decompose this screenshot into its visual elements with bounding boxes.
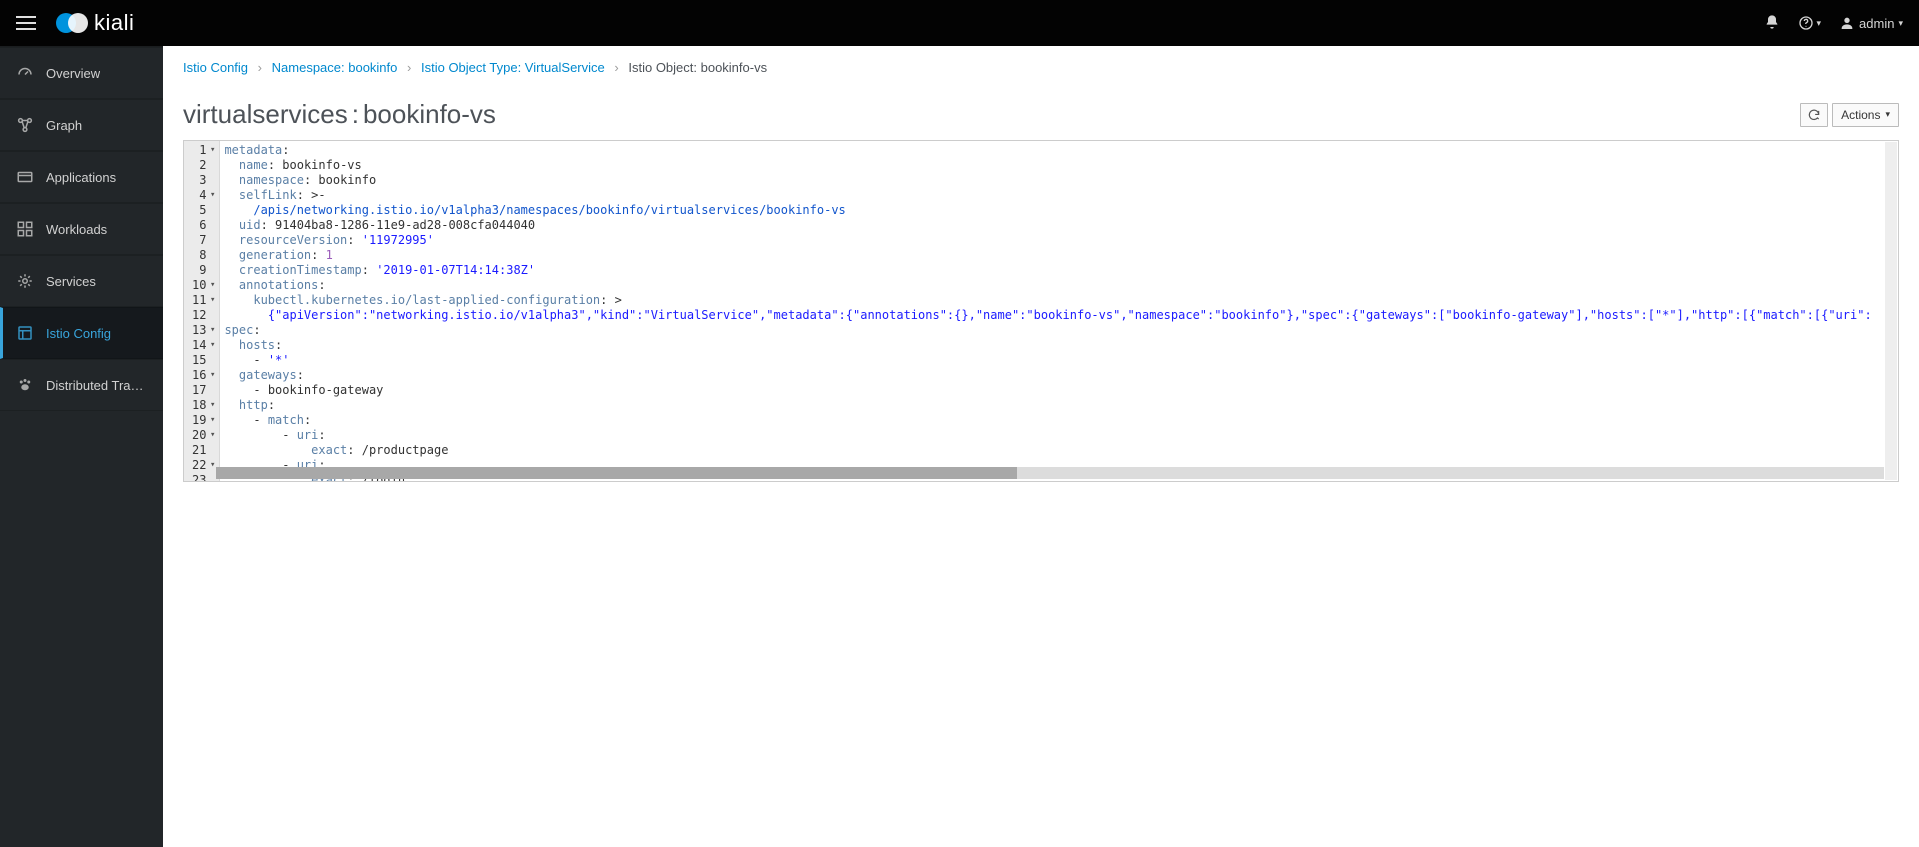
chevron-down-icon: ▾ bbox=[1817, 18, 1822, 29]
tachometer-icon bbox=[16, 64, 34, 82]
sidebar-item-label: Istio Config bbox=[46, 326, 111, 341]
chevron-down-icon: ▾ bbox=[1885, 109, 1890, 120]
yaml-content[interactable]: metadata: name: bookinfo-vs namespace: b… bbox=[220, 141, 1898, 481]
page-title: virtualservices:bookinfo-vs bbox=[183, 99, 496, 130]
user-menu[interactable]: admin ▾ bbox=[1839, 15, 1903, 31]
main-content: Istio Config › Namespace: bookinfo › Ist… bbox=[163, 46, 1919, 847]
paw-icon bbox=[16, 376, 34, 394]
sidebar-item-overview[interactable]: Overview bbox=[0, 47, 163, 99]
brand-logo[interactable]: kiali bbox=[56, 10, 134, 36]
hamburger-icon[interactable] bbox=[16, 16, 36, 30]
yaml-editor[interactable]: 1▾234▾5678910▾11▾1213▾14▾1516▾1718▾19▾20… bbox=[183, 140, 1899, 482]
chevron-down-icon: ▾ bbox=[1898, 18, 1903, 29]
sidebar-item-istio-config[interactable]: Istio Config bbox=[0, 307, 163, 359]
sidebar-item-label: Distributed Traci… bbox=[46, 378, 147, 393]
brand-name: kiali bbox=[94, 10, 134, 36]
breadcrumb: Istio Config › Namespace: bookinfo › Ist… bbox=[163, 46, 1919, 75]
service-icon bbox=[16, 272, 34, 290]
breadcrumb-sep: › bbox=[614, 60, 618, 75]
breadcrumb-sep: › bbox=[407, 60, 411, 75]
template-icon bbox=[16, 324, 34, 342]
bell-icon[interactable] bbox=[1764, 14, 1780, 33]
sidebar-item-distributed-tracing[interactable]: Distributed Traci… bbox=[0, 359, 163, 411]
sidebar-item-workloads[interactable]: Workloads bbox=[0, 203, 163, 255]
breadcrumb-sep: › bbox=[258, 60, 262, 75]
breadcrumb-link[interactable]: Istio Object Type: VirtualService bbox=[421, 60, 605, 75]
sidebar-item-label: Graph bbox=[46, 118, 82, 133]
apps-icon bbox=[16, 168, 34, 186]
object-name: bookinfo-vs bbox=[363, 99, 496, 129]
help-icon[interactable]: ▾ bbox=[1798, 15, 1822, 31]
bundle-icon bbox=[16, 220, 34, 238]
refresh-button[interactable] bbox=[1800, 103, 1828, 127]
breadcrumb-link[interactable]: Namespace: bookinfo bbox=[272, 60, 398, 75]
sidebar-item-label: Overview bbox=[46, 66, 100, 81]
refresh-icon bbox=[1807, 108, 1821, 122]
vertical-scrollbar[interactable] bbox=[1885, 142, 1897, 480]
sidebar: Overview Graph Applications Workloads Se… bbox=[0, 46, 163, 847]
sidebar-item-applications[interactable]: Applications bbox=[0, 151, 163, 203]
topology-icon bbox=[16, 116, 34, 134]
horizontal-scrollbar[interactable] bbox=[216, 467, 1884, 479]
actions-button-label: Actions bbox=[1841, 108, 1880, 122]
topbar: kiali ▾ admin ▾ bbox=[0, 0, 1919, 46]
sidebar-item-label: Applications bbox=[46, 170, 116, 185]
sidebar-item-graph[interactable]: Graph bbox=[0, 99, 163, 151]
breadcrumb-current: Istio Object: bookinfo-vs bbox=[628, 60, 767, 75]
sidebar-item-label: Workloads bbox=[46, 222, 107, 237]
sidebar-item-services[interactable]: Services bbox=[0, 255, 163, 307]
sidebar-item-label: Services bbox=[46, 274, 96, 289]
breadcrumb-link[interactable]: Istio Config bbox=[183, 60, 248, 75]
logo-mark-icon bbox=[56, 12, 86, 34]
actions-button[interactable]: Actions ▾ bbox=[1832, 103, 1899, 127]
object-kind: virtualservices bbox=[183, 99, 348, 129]
line-gutter: 1▾234▾5678910▾11▾1213▾14▾1516▾1718▾19▾20… bbox=[184, 141, 220, 481]
user-name: admin bbox=[1859, 16, 1894, 31]
